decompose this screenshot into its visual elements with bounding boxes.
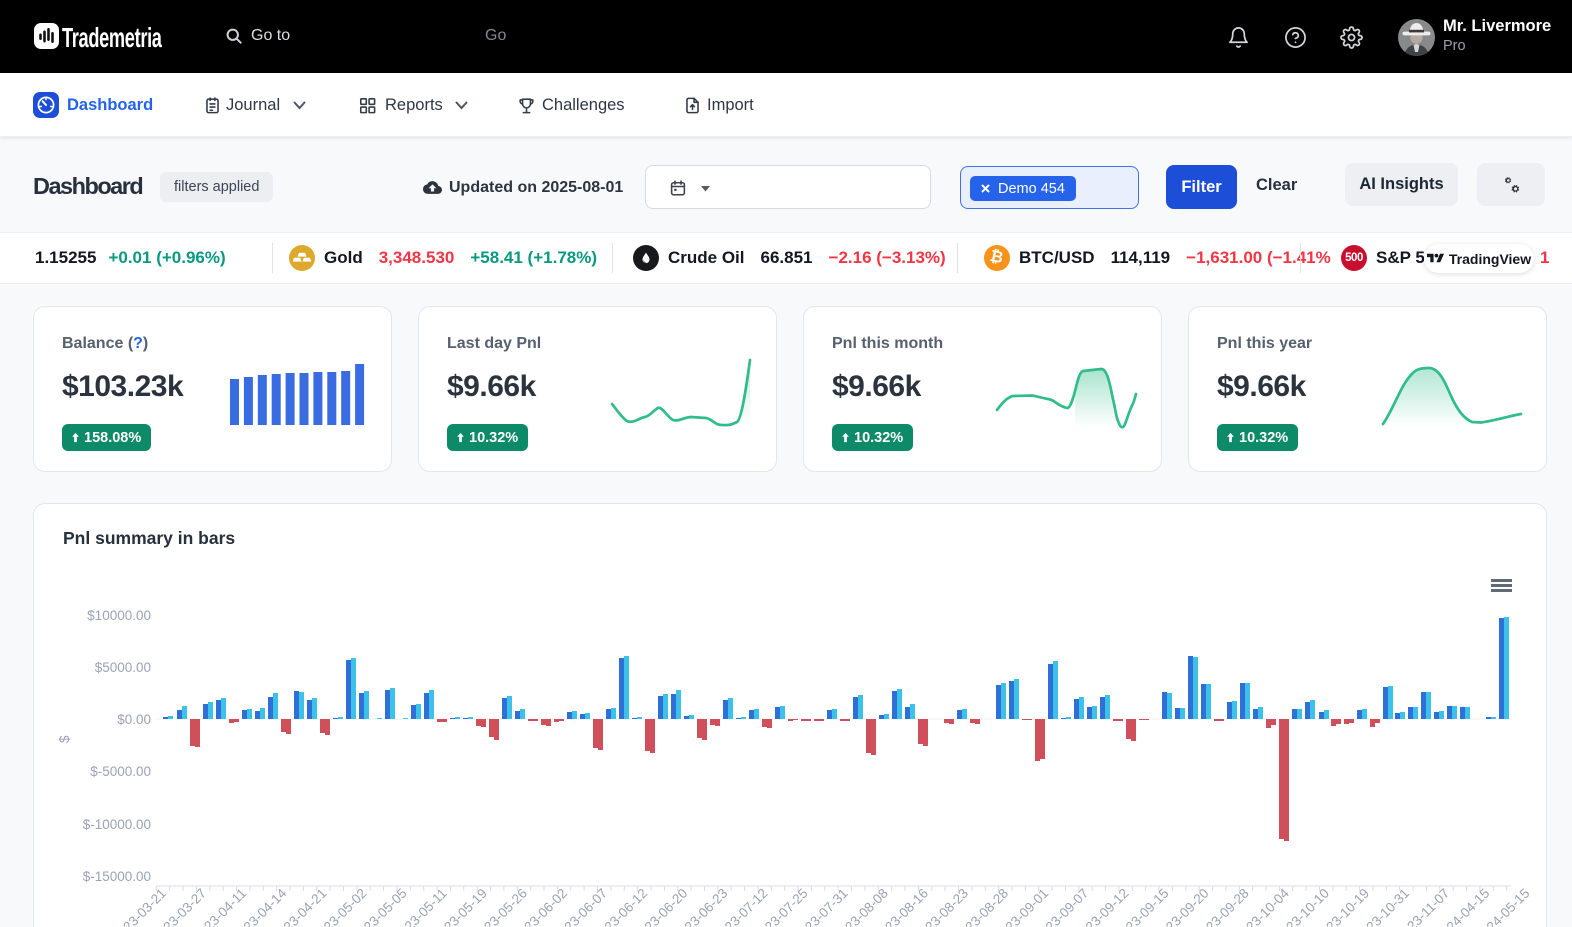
svg-text:23-09-01: 23-09-01 [1002, 886, 1051, 927]
svg-text:$10000.00: $10000.00 [87, 608, 151, 623]
svg-text:$-5000.00: $-5000.00 [90, 764, 151, 779]
svg-text:$5000.00: $5000.00 [95, 660, 151, 675]
svg-text:23-05-02: 23-05-02 [321, 886, 370, 927]
svg-text:23-06-07: 23-06-07 [561, 886, 610, 927]
svg-text:23-07-31: 23-07-31 [802, 886, 851, 927]
svg-text:23-08-08: 23-08-08 [842, 886, 891, 927]
svg-text:23-10-19: 23-10-19 [1323, 886, 1372, 927]
svg-text:23-03-21: 23-03-21 [120, 886, 169, 927]
svg-text:23-09-20: 23-09-20 [1163, 886, 1212, 927]
svg-text:23-09-15: 23-09-15 [1123, 886, 1172, 927]
svg-text:23-05-26: 23-05-26 [481, 886, 530, 927]
svg-text:23-07-12: 23-07-12 [722, 886, 771, 927]
svg-text:23-05-19: 23-05-19 [441, 886, 490, 927]
svg-text:23-06-23: 23-06-23 [682, 886, 731, 927]
svg-text:23-08-28: 23-08-28 [962, 886, 1011, 927]
svg-text:23-03-27: 23-03-27 [160, 886, 209, 927]
svg-text:$-10000.00: $-10000.00 [83, 817, 151, 832]
svg-text:23-07-25: 23-07-25 [762, 886, 811, 927]
svg-text:23-06-20: 23-06-20 [642, 886, 691, 927]
svg-text:23-08-16: 23-08-16 [882, 886, 931, 927]
svg-text:23-04-21: 23-04-21 [281, 886, 330, 927]
svg-text:23-10-10: 23-10-10 [1283, 886, 1332, 927]
svg-text:23-08-23: 23-08-23 [922, 886, 971, 927]
svg-text:23-06-02: 23-06-02 [521, 886, 570, 927]
svg-text:23-09-28: 23-09-28 [1203, 886, 1252, 927]
svg-text:23-06-12: 23-06-12 [601, 886, 650, 927]
svg-text:23-05-05: 23-05-05 [361, 886, 410, 927]
svg-text:23-05-11: 23-05-11 [402, 886, 450, 927]
svg-text:24-04-15: 24-04-15 [1444, 886, 1493, 927]
svg-text:24-05-15: 24-05-15 [1484, 886, 1533, 927]
svg-text:23-10-31: 23-10-31 [1363, 886, 1412, 927]
svg-text:23-04-11: 23-04-11 [201, 886, 249, 927]
svg-text:23-09-12: 23-09-12 [1083, 886, 1132, 927]
svg-text:$0.00: $0.00 [117, 712, 151, 727]
svg-text:$-15000.00: $-15000.00 [83, 869, 151, 884]
svg-text:23-09-07: 23-09-07 [1043, 886, 1092, 927]
svg-text:23-11-07: 23-11-07 [1404, 886, 1452, 927]
svg-text:$: $ [57, 735, 72, 743]
